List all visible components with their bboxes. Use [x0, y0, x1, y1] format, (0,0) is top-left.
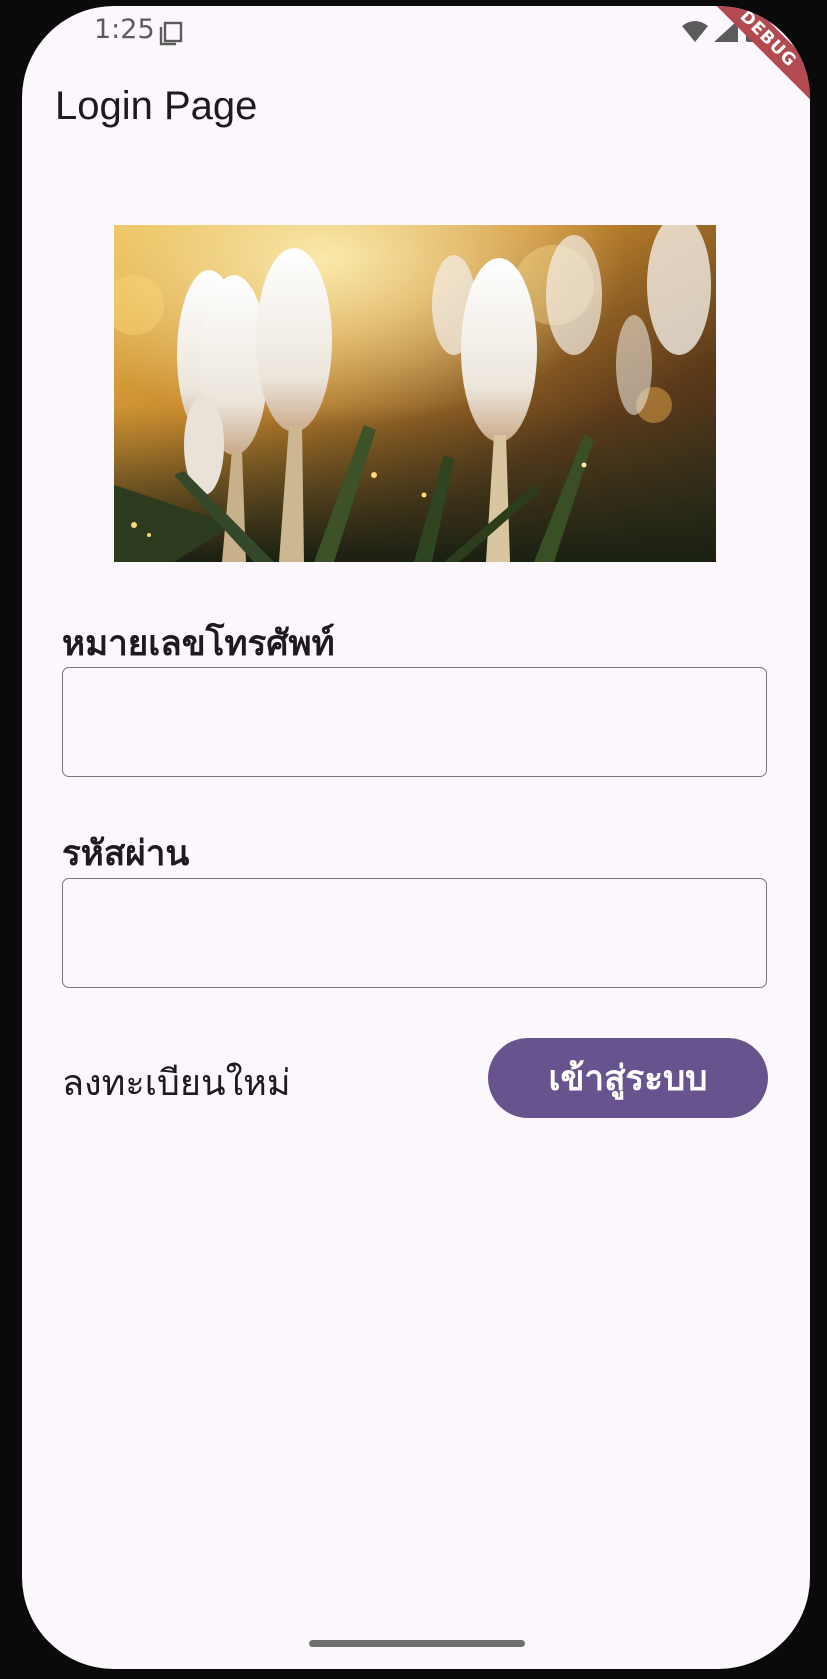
status-time: 1:25: [94, 14, 155, 45]
home-indicator[interactable]: [309, 1640, 525, 1647]
phone-input[interactable]: [62, 667, 767, 777]
hero-image: [114, 225, 716, 562]
app-screen: 1:25 DEBUG Login Page หมายเลขโทรศัพท์ รห…: [22, 6, 810, 1669]
password-label: รหัสผ่าน: [62, 834, 190, 874]
login-button-label: เข้าสู่ระบบ: [548, 1058, 708, 1099]
login-button[interactable]: เข้าสู่ระบบ: [488, 1038, 768, 1118]
device-frame: 1:25 DEBUG Login Page หมายเลขโทรศัพท์ รห…: [0, 0, 827, 1679]
copy-icon: [159, 21, 183, 46]
register-link[interactable]: ลงทะเบียนใหม่: [62, 1054, 291, 1111]
page-title: Login Page: [55, 84, 258, 128]
password-input[interactable]: [62, 878, 767, 988]
wifi-icon: [682, 21, 708, 42]
status-bar: 1:25: [22, 6, 810, 62]
phone-label: หมายเลขโทรศัพท์: [62, 624, 335, 664]
